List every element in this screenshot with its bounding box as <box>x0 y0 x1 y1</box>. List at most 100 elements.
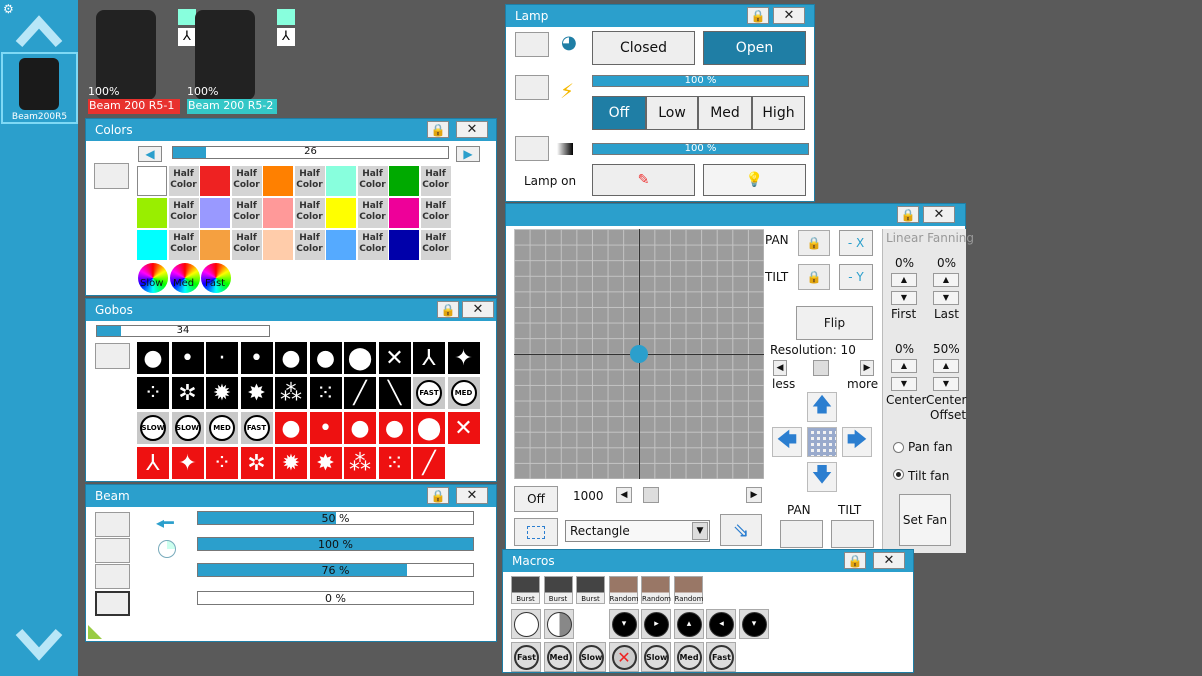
shape-select-icon[interactable] <box>514 518 558 546</box>
resolution-slider[interactable]: ◀ ▶ <box>773 360 874 376</box>
beam-reset-button[interactable] <box>95 591 130 616</box>
less-arrow-icon[interactable]: ◀ <box>773 360 787 376</box>
color-swatch[interactable] <box>326 166 356 196</box>
colors-titlebar[interactable]: Colors 🔒 ✕ <box>86 119 496 141</box>
gobo-pattern-icon[interactable]: ✸ <box>309 447 342 479</box>
shutter-closed-button[interactable]: Closed <box>592 31 695 65</box>
macros-titlebar[interactable]: Macros 🔒 ✕ <box>503 550 913 572</box>
half-color-button[interactable]: Half Color <box>357 230 388 260</box>
lamp-on-button[interactable]: 💡 <box>703 164 806 196</box>
color-position-slider[interactable]: 26 <box>172 146 449 159</box>
macro-fast-button[interactable]: Fast <box>706 642 736 672</box>
half-color-button[interactable]: Half Color <box>231 166 262 196</box>
gobo-pattern-icon[interactable]: ⁘ <box>206 447 238 479</box>
close-button[interactable]: ✕ <box>456 121 488 138</box>
macro-med-button[interactable]: Med <box>673 642 704 672</box>
half-color-button[interactable]: Half Color <box>420 198 451 228</box>
gobo-pattern-icon[interactable]: ● <box>275 412 307 444</box>
gobo-rotate-slow-icon[interactable]: SLOW <box>171 412 204 444</box>
slower-arrow-icon[interactable]: ◀ <box>616 487 632 503</box>
gobo-pattern-icon[interactable]: ✹ <box>275 447 307 479</box>
beam-slider-1[interactable]: 50 % <box>197 511 474 525</box>
color-swatch[interactable] <box>389 230 419 260</box>
lamp-off-button[interactable]: ✎ <box>592 164 695 196</box>
gobo-position-slider[interactable]: 34 <box>96 325 270 337</box>
move-up-icon[interactable]: 🡅 <box>807 392 837 422</box>
macro-fast-button[interactable]: Fast <box>511 642 541 672</box>
prev-arrow-icon[interactable]: ◀ <box>138 146 162 162</box>
macro-stop-icon[interactable]: ✕ <box>608 642 639 672</box>
gobo-rotate-med-icon[interactable]: MED <box>447 377 480 409</box>
macro-random-button[interactable]: Random <box>673 576 703 604</box>
lock-icon[interactable]: 🔒 <box>844 552 866 569</box>
flip-button[interactable]: Flip <box>796 306 873 340</box>
macro-dial-icon[interactable]: ▾ <box>738 609 769 639</box>
macro-slow-button[interactable]: Slow <box>641 642 671 672</box>
gobo-pattern-icon[interactable]: ✸ <box>240 377 273 409</box>
resize-grip-icon[interactable] <box>88 625 102 639</box>
half-color-button[interactable]: Half Color <box>294 230 325 260</box>
macro-dial-icon[interactable]: ◂ <box>706 609 736 639</box>
half-color-button[interactable]: Half Color <box>294 166 325 196</box>
fixture-1[interactable]: ⅄ 100% Beam 200 R5-1 <box>88 6 196 114</box>
half-color-button[interactable]: Half Color <box>168 198 199 228</box>
gobo-pattern-icon[interactable]: ✕ <box>447 412 480 444</box>
half-color-button[interactable]: Half Color <box>357 198 388 228</box>
half-color-button[interactable]: Half Color <box>231 230 262 260</box>
slider-thumb[interactable] <box>813 360 829 376</box>
color-swatch[interactable] <box>263 166 293 196</box>
gobo-pattern-icon[interactable]: ✹ <box>206 377 238 409</box>
shutter-open-button[interactable]: Open <box>703 31 806 65</box>
close-button[interactable]: ✕ <box>873 552 905 569</box>
gobo-pattern-icon[interactable]: ╲ <box>378 377 411 409</box>
color-swatch[interactable] <box>326 198 356 228</box>
gobo-pattern-icon[interactable]: · <box>206 342 238 374</box>
macro-burst-button[interactable]: Burst <box>543 576 573 604</box>
position-titlebar[interactable]: 🔒 ✕ <box>506 204 965 226</box>
fixture-thumbnail[interactable]: Beam200R5 <box>1 52 78 124</box>
fixture-2[interactable]: ⅄ 100% Beam 200 R5-2 <box>187 6 295 114</box>
gobo-pattern-icon[interactable]: • <box>240 342 273 374</box>
half-color-button[interactable]: Half Color <box>420 230 451 260</box>
strobe-slider[interactable]: 100 % <box>592 75 809 87</box>
tilt-effect-button[interactable] <box>831 520 874 548</box>
dimmer-slider[interactable]: 100 % <box>592 143 809 155</box>
close-button[interactable]: ✕ <box>923 206 955 223</box>
beam-slider-2[interactable]: 100 % <box>197 537 474 551</box>
lock-icon[interactable]: 🔒 <box>427 121 449 138</box>
beam-reset-button[interactable] <box>95 538 130 563</box>
set-fan-button[interactable]: Set Fan <box>899 494 951 546</box>
gobo-rotate-med-icon[interactable]: MED <box>206 412 238 444</box>
gobo-pattern-icon[interactable]: ⁂ <box>275 377 307 409</box>
last-up-icon[interactable]: ▲ <box>933 273 959 287</box>
gobo-pattern-icon[interactable]: ✲ <box>171 377 204 409</box>
gobo-pattern-icon[interactable]: ⁙ <box>378 447 411 479</box>
strobe-high-button[interactable]: High <box>752 96 805 130</box>
next-arrow-icon[interactable]: ▶ <box>456 146 480 162</box>
last-down-icon[interactable]: ▼ <box>933 291 959 305</box>
invert-y-button[interactable]: - Y <box>839 264 873 290</box>
beam-slider-3[interactable]: 76 % <box>197 563 474 577</box>
macro-dial-icon[interactable] <box>543 609 574 639</box>
gobo-pattern-icon[interactable]: ✕ <box>378 342 411 374</box>
macro-dial-icon[interactable] <box>511 609 541 639</box>
invert-x-button[interactable]: - X <box>839 230 873 256</box>
close-button[interactable]: ✕ <box>462 301 494 318</box>
strobe-reset-button[interactable] <box>515 75 549 100</box>
lock-icon[interactable]: 🔒 <box>897 206 919 223</box>
gobo-pattern-icon[interactable]: ● <box>344 412 376 444</box>
color-swatch[interactable] <box>137 198 167 228</box>
strobe-low-button[interactable]: Low <box>646 96 698 130</box>
tilt-lock-icon[interactable]: 🔒 <box>798 264 830 290</box>
slider-thumb[interactable] <box>643 487 659 503</box>
half-color-button[interactable]: Half Color <box>420 166 451 196</box>
gobo-pattern-icon[interactable]: ⁘ <box>137 377 169 409</box>
macro-random-button[interactable]: Random <box>608 576 638 604</box>
strobe-med-button[interactable]: Med <box>698 96 752 130</box>
move-down-icon[interactable]: 🡇 <box>807 462 837 492</box>
gobo-pattern-icon[interactable]: ✦ <box>447 342 480 374</box>
half-color-button[interactable]: Half Color <box>357 166 388 196</box>
lock-icon[interactable]: 🔒 <box>747 7 769 24</box>
position-marker[interactable] <box>630 345 648 363</box>
chevron-down-icon[interactable]: ▼ <box>692 522 708 540</box>
